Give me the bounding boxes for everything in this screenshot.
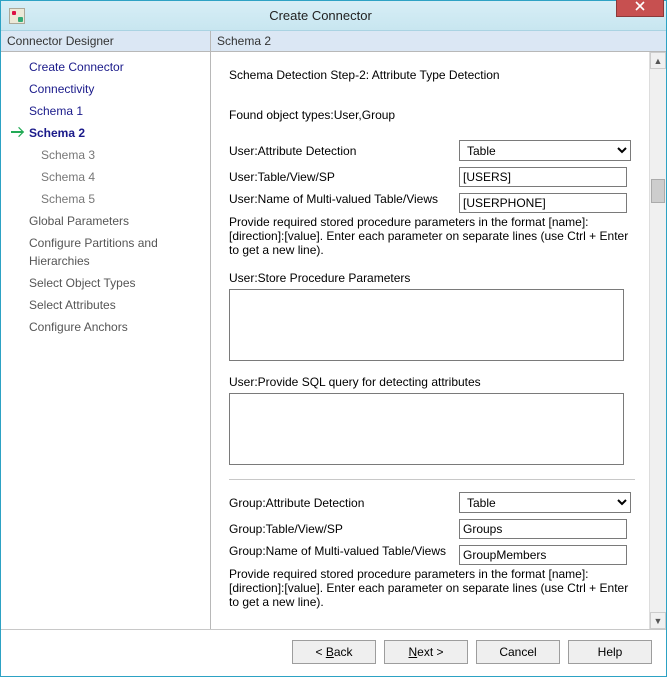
back-button[interactable]: < Back xyxy=(292,640,376,664)
back-label-rest: ack xyxy=(334,645,353,659)
sidebar-header: Connector Designer xyxy=(1,31,210,52)
group-multivalued-label: Group:Name of Multi-valued Table/Views xyxy=(229,545,459,558)
group-table-label: Group:Table/View/SP xyxy=(229,522,459,536)
help-button[interactable]: Help xyxy=(568,640,652,664)
group-table-input[interactable] xyxy=(459,519,627,539)
nav-schema-5[interactable]: Schema 5 xyxy=(13,188,210,210)
content-header: Schema 2 xyxy=(211,31,666,52)
user-sp-params-label: User:Store Procedure Parameters xyxy=(229,271,635,285)
user-attr-detection-select[interactable]: Table xyxy=(459,140,631,161)
user-table-label: User:Table/View/SP xyxy=(229,170,459,184)
window-title: Create Connector xyxy=(25,8,616,23)
dialog-body: Connector Designer Create Connector Conn… xyxy=(1,31,666,629)
group-attr-detection-select[interactable]: Table xyxy=(459,492,631,513)
nav-configure-anchors[interactable]: Configure Anchors xyxy=(13,316,210,338)
nav-configure-partitions[interactable]: Configure Partitions and Hierarchies xyxy=(13,232,210,272)
user-sp-hint: Provide required stored procedure parame… xyxy=(229,215,629,257)
vertical-scrollbar[interactable]: ▲ ▼ xyxy=(649,52,666,629)
group-multivalued-input[interactable] xyxy=(459,545,627,565)
titlebar: Create Connector xyxy=(1,1,666,31)
group-sp-hint: Provide required stored procedure parame… xyxy=(229,567,635,609)
scroll-track[interactable] xyxy=(650,69,666,612)
user-attr-detection-label: User:Attribute Detection xyxy=(229,144,459,158)
cancel-button[interactable]: Cancel xyxy=(476,640,560,664)
step-title: Schema Detection Step-2: Attribute Type … xyxy=(229,68,635,82)
close-icon xyxy=(635,1,645,11)
scroll-down-button[interactable]: ▼ xyxy=(650,612,666,629)
wizard-footer: < Back Next > Cancel Help xyxy=(1,629,666,676)
user-multivalued-label: User:Name of Multi-valued Table/Views xyxy=(229,193,459,206)
scroll-thumb[interactable] xyxy=(651,179,665,203)
user-sp-params-textarea[interactable] xyxy=(229,289,624,361)
nav-select-attributes[interactable]: Select Attributes xyxy=(13,294,210,316)
back-mnemonic: B xyxy=(326,645,334,659)
nav-create-connector[interactable]: Create Connector xyxy=(13,56,210,78)
next-label-rest: ext xyxy=(417,645,433,659)
next-mnemonic: N xyxy=(408,645,417,659)
dialog-window: Create Connector Connector Designer Crea… xyxy=(0,0,667,677)
user-sql-label: User:Provide SQL query for detecting att… xyxy=(229,375,635,389)
group-attr-detection-label: Group:Attribute Detection xyxy=(229,496,459,510)
nav-schema-4[interactable]: Schema 4 xyxy=(13,166,210,188)
content-pane: Schema 2 Schema Detection Step-2: Attrib… xyxy=(211,31,666,629)
nav-schema-1[interactable]: Schema 1 xyxy=(13,100,210,122)
sidebar: Connector Designer Create Connector Conn… xyxy=(1,31,211,629)
user-sql-textarea[interactable] xyxy=(229,393,624,465)
form-content: Schema Detection Step-2: Attribute Type … xyxy=(211,52,649,629)
close-button[interactable] xyxy=(616,0,664,17)
nav-schema-2[interactable]: Schema 2 xyxy=(13,122,210,144)
nav-schema-3[interactable]: Schema 3 xyxy=(13,144,210,166)
nav-select-object-types[interactable]: Select Object Types xyxy=(13,272,210,294)
user-table-input[interactable] xyxy=(459,167,627,187)
section-divider xyxy=(229,479,635,480)
found-object-types: Found object types:User,Group xyxy=(229,108,635,122)
nav-global-parameters[interactable]: Global Parameters xyxy=(13,210,210,232)
scroll-up-button[interactable]: ▲ xyxy=(650,52,666,69)
app-icon xyxy=(9,8,25,24)
wizard-nav: Create Connector Connectivity Schema 1 S… xyxy=(1,52,210,342)
user-multivalued-input[interactable] xyxy=(459,193,627,213)
nav-connectivity[interactable]: Connectivity xyxy=(13,78,210,100)
next-button[interactable]: Next > xyxy=(384,640,468,664)
